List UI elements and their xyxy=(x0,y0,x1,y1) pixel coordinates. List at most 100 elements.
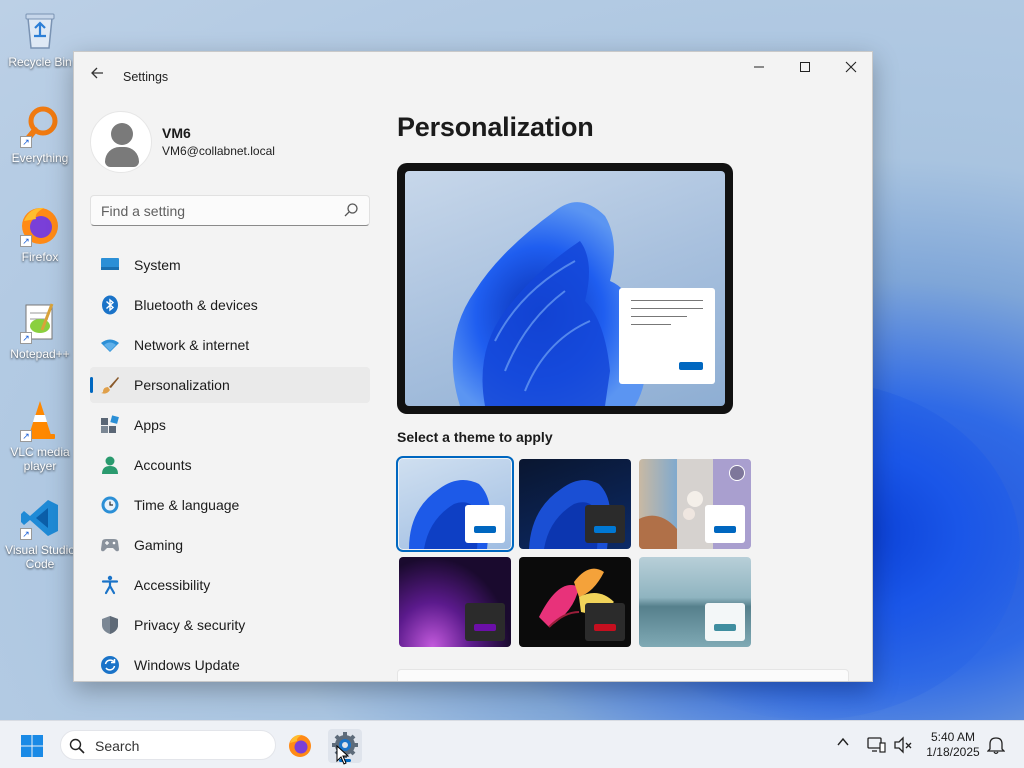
preview-wallpaper xyxy=(405,171,725,406)
avatar[interactable] xyxy=(90,111,152,173)
theme-section-label: Select a theme to apply xyxy=(397,429,553,445)
desktop-icon-firefox[interactable]: ↗ Firefox xyxy=(2,203,78,264)
accessibility-icon xyxy=(101,575,119,595)
settings-nav: System Bluetooth & devices Network & int… xyxy=(90,247,370,681)
nav-item-system[interactable]: System xyxy=(90,247,370,283)
theme-mini-window xyxy=(465,505,505,543)
back-button[interactable] xyxy=(86,66,108,88)
bell-icon xyxy=(986,737,1006,755)
search-icon xyxy=(344,203,358,217)
recycle-bin-icon xyxy=(18,8,62,52)
theme-captured-motion[interactable] xyxy=(519,557,631,647)
nav-label: Accessibility xyxy=(134,577,211,593)
close-button[interactable] xyxy=(828,52,872,86)
desktop-icon-label: Recycle Bin xyxy=(8,55,72,69)
nav-label: Privacy & security xyxy=(134,617,246,633)
volume-tray-button[interactable] xyxy=(893,735,913,755)
network-monitor-icon xyxy=(867,737,886,753)
maximize-button[interactable] xyxy=(782,52,828,86)
mouse-cursor-icon xyxy=(336,745,350,765)
find-setting-search[interactable] xyxy=(90,195,370,226)
monitor-icon xyxy=(101,258,119,270)
shortcut-arrow-icon: ↗ xyxy=(20,136,32,148)
avatar-body xyxy=(105,147,139,167)
theme-mini-window xyxy=(465,603,505,641)
wifi-icon xyxy=(101,339,119,352)
theme-spotlight[interactable] xyxy=(639,459,751,549)
desktop-icon-vscode[interactable]: ↗ Visual Studio Code xyxy=(2,496,78,571)
maximize-icon xyxy=(800,62,810,72)
shortcut-arrow-icon: ↗ xyxy=(20,332,32,344)
desktop-icon-label: Visual Studio Code xyxy=(5,543,75,571)
person-icon xyxy=(102,456,118,474)
desktop-icon-label: VLC media player xyxy=(10,445,70,473)
vscode-icon: ↗ xyxy=(18,496,62,540)
desktop-icon-notepadpp[interactable]: ↗ Notepad++ xyxy=(2,300,78,361)
theme-mini-window xyxy=(585,505,625,543)
taskbar-firefox[interactable] xyxy=(283,729,317,763)
nav-label: Windows Update xyxy=(134,657,240,673)
show-hidden-icons-button[interactable] xyxy=(836,735,850,752)
title-bar[interactable]: Settings xyxy=(74,52,872,100)
notifications-button[interactable] xyxy=(986,735,1006,755)
clock-globe-icon xyxy=(101,496,119,514)
shortcut-arrow-icon: ↗ xyxy=(20,528,32,540)
speaker-muted-icon xyxy=(894,736,912,754)
desktop-icon-everything[interactable]: ↗ Everything xyxy=(2,104,78,165)
theme-mini-window xyxy=(705,505,745,543)
paintbrush-icon xyxy=(101,377,119,394)
nav-label: Accounts xyxy=(134,457,192,473)
taskbar-search[interactable]: Search xyxy=(60,730,276,760)
arrow-left-icon xyxy=(91,67,103,79)
theme-flow[interactable] xyxy=(639,557,751,647)
gamepad-icon xyxy=(101,539,119,552)
windows-logo-icon xyxy=(21,735,43,757)
nav-item-privacy[interactable]: Privacy & security xyxy=(90,607,370,643)
user-email: VM6@collabnet.local xyxy=(162,144,275,158)
network-tray-button[interactable] xyxy=(866,735,886,755)
nav-item-network[interactable]: Network & internet xyxy=(90,327,370,363)
update-icon xyxy=(101,656,119,674)
theme-windows-light[interactable] xyxy=(396,456,514,552)
desktop-icon-recycle-bin[interactable]: Recycle Bin xyxy=(2,8,78,69)
nav-item-accessibility[interactable]: Accessibility xyxy=(90,567,370,603)
search-input[interactable] xyxy=(101,202,331,220)
spotlight-camera-icon xyxy=(729,465,745,481)
chevron-up-icon xyxy=(837,737,849,746)
nav-item-apps[interactable]: Apps xyxy=(90,407,370,443)
nav-label: Apps xyxy=(134,417,166,433)
nav-label: Time & language xyxy=(134,497,240,513)
nav-item-gaming[interactable]: Gaming xyxy=(90,527,370,563)
nav-item-accounts[interactable]: Accounts xyxy=(90,447,370,483)
notepad-plus-plus-icon: ↗ xyxy=(18,300,62,344)
clock-time: 5:40 AM xyxy=(930,730,976,744)
theme-preview xyxy=(397,163,733,414)
minimize-button[interactable] xyxy=(736,52,782,86)
nav-item-bluetooth[interactable]: Bluetooth & devices xyxy=(90,287,370,323)
page-title: Personalization xyxy=(397,112,594,142)
settings-window: Settings VM6 VM6@collabnet.local System xyxy=(73,51,873,682)
theme-mini-window xyxy=(705,603,745,641)
nav-item-time-language[interactable]: Time & language xyxy=(90,487,370,523)
preview-window-card xyxy=(619,288,715,384)
nav-item-personalization[interactable]: Personalization xyxy=(90,367,370,403)
taskbar-search-label: Search xyxy=(95,738,140,754)
next-setting-card[interactable] xyxy=(397,669,849,681)
clock-date: 1/18/2025 xyxy=(926,745,980,759)
clock[interactable]: 5:40 AM 1/18/2025 xyxy=(920,730,986,760)
bluetooth-icon xyxy=(102,295,118,315)
theme-glow[interactable] xyxy=(399,557,511,647)
taskbar: Search 5:40 AM 1/18/2025 xyxy=(0,720,1024,768)
search-icon xyxy=(69,738,85,754)
firefox-icon xyxy=(289,734,311,757)
desktop-icon-vlc[interactable]: ↗ VLC media player xyxy=(2,398,78,473)
nav-item-windows-update[interactable]: Windows Update xyxy=(90,647,370,681)
close-icon xyxy=(845,61,857,73)
desktop-icon-label: Everything xyxy=(11,151,69,165)
magnifier-orange-icon: ↗ xyxy=(18,104,62,148)
shortcut-arrow-icon: ↗ xyxy=(20,235,32,247)
theme-windows-dark[interactable] xyxy=(519,459,631,549)
start-button[interactable] xyxy=(20,734,44,758)
theme-mini-window xyxy=(585,603,625,641)
nav-label: System xyxy=(134,257,181,273)
